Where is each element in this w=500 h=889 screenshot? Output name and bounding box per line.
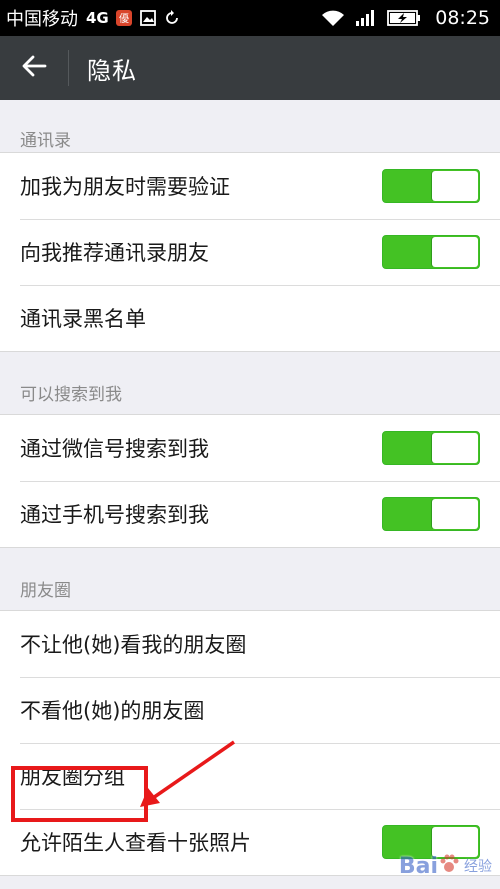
setting-hide-their-moments[interactable]: 不看他(她)的朋友圈 [0,677,500,743]
toggle-knob [432,499,478,529]
setting-hide-my-moments[interactable]: 不让他(她)看我的朋友圈 [0,611,500,677]
setting-label: 加我为朋友时需要验证 [20,175,230,199]
status-bar: 中国移动 4G 優 08:25 [0,0,500,36]
battery-charging-icon [387,9,421,27]
toggle-knob [432,171,478,201]
setting-moments-groups[interactable]: 朋友圈分组 [0,743,500,809]
setting-label: 允许陌生人查看十张照片 [20,831,251,855]
svg-text:優: 優 [119,12,129,25]
verify-friend-toggle[interactable] [382,169,480,203]
signal-icon [355,9,377,27]
recommend-contacts-toggle[interactable] [382,235,480,269]
section-group-searchable: 通过微信号搜索到我 通过手机号搜索到我 [0,414,500,548]
network-type: 4G [86,9,109,27]
section-header-searchable: 可以搜索到我 [0,352,500,414]
unicom-badge-icon: 優 [115,9,133,27]
clock-time: 08:25 [435,7,490,29]
page-title: 隐私 [87,56,137,85]
toggle-knob [432,827,478,857]
setting-search-by-wechat-id[interactable]: 通过微信号搜索到我 [0,415,500,481]
strangers-view-photos-toggle[interactable] [382,825,480,859]
setting-contacts-blacklist[interactable]: 通讯录黑名单 [0,285,500,351]
wifi-icon [321,9,345,27]
section-header-moments: 朋友圈 [0,548,500,610]
section-group-moments: 不让他(她)看我的朋友圈 不看他(她)的朋友圈 朋友圈分组 允许陌生人查看十张照… [0,610,500,876]
setting-label: 不看他(她)的朋友圈 [20,699,205,723]
setting-label: 通讯录黑名单 [20,307,146,331]
back-button[interactable] [0,36,68,100]
settings-list: 通讯录 加我为朋友时需要验证 向我推荐通讯录朋友 通讯录黑名单 可以搜索到我 通… [0,100,500,876]
image-icon [139,9,157,27]
setting-label: 通过手机号搜索到我 [20,503,209,527]
section-header-contacts: 通讯录 [0,100,500,152]
search-by-wechat-id-toggle[interactable] [382,431,480,465]
title-bar: 隐私 [0,36,500,100]
section-group-contacts: 加我为朋友时需要验证 向我推荐通讯录朋友 通讯录黑名单 [0,152,500,352]
setting-recommend-contacts[interactable]: 向我推荐通讯录朋友 [0,219,500,285]
title-divider [68,50,69,86]
setting-search-by-phone[interactable]: 通过手机号搜索到我 [0,481,500,547]
setting-label: 通过微信号搜索到我 [20,437,209,461]
search-by-phone-toggle[interactable] [382,497,480,531]
setting-label: 不让他(她)看我的朋友圈 [20,633,247,657]
setting-label: 朋友圈分组 [20,765,125,789]
toggle-knob [432,433,478,463]
setting-label: 向我推荐通讯录朋友 [20,241,209,265]
setting-verify-friend-requests[interactable]: 加我为朋友时需要验证 [0,153,500,219]
toggle-knob [432,237,478,267]
carrier-name: 中国移动 [6,9,78,30]
setting-strangers-view-ten-photos[interactable]: 允许陌生人查看十张照片 [0,809,500,875]
sync-icon [163,9,181,27]
back-arrow-icon [21,53,47,83]
